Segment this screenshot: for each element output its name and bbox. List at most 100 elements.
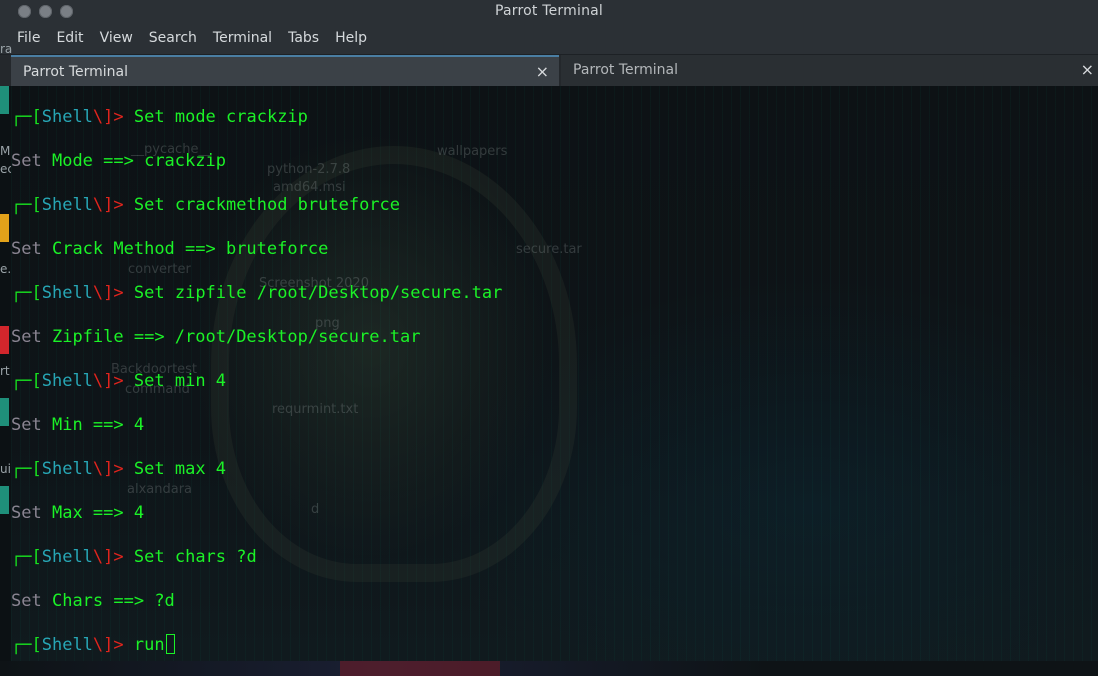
command-text: Set chars ?d xyxy=(133,547,257,567)
output-text: Zipfile ==> /root/Desktop/secure.tar xyxy=(51,327,421,347)
output-set: Set xyxy=(11,415,42,435)
prompt-open: [ xyxy=(31,283,42,303)
prompt-shell: Shell xyxy=(41,635,93,655)
prompt-shell: Shell xyxy=(41,547,93,567)
prompt-open: [ xyxy=(31,547,42,567)
menu-file[interactable]: File xyxy=(17,30,48,46)
desktop-file-icon xyxy=(0,486,9,514)
desktop-label: secure.tar xyxy=(516,242,582,257)
output-text: Chars ==> ?d xyxy=(51,591,175,611)
prompt-corner: ┌─ xyxy=(11,107,32,127)
command-text: Set max 4 xyxy=(133,459,227,479)
menubar: File Edit View Search Terminal Tabs Help xyxy=(0,24,1098,55)
tab-label: Parrot Terminal xyxy=(573,62,679,78)
wallpaper-bottom-edge xyxy=(0,661,1098,676)
menu-search[interactable]: Search xyxy=(149,30,205,46)
prompt-line-current[interactable]: ┌─[Shell\]> run xyxy=(11,634,175,656)
close-icon[interactable]: × xyxy=(1081,60,1094,79)
prompt-open: [ xyxy=(31,635,42,655)
prompt-open: [ xyxy=(31,459,42,479)
prompt-shell: Shell xyxy=(41,107,93,127)
command-text: Set mode crackzip xyxy=(133,107,308,127)
output-text: Crack Method ==> bruteforce xyxy=(51,239,329,259)
desktop-file-icon xyxy=(0,398,9,426)
output-line: Set Zipfile ==> /root/Desktop/secure.tar xyxy=(11,326,420,348)
terminal-view[interactable]: __pycache__ python-2.7.8 amd64.msi wallp… xyxy=(11,86,1098,661)
output-text: Mode ==> crackzip xyxy=(51,151,226,171)
desktop-label: requrmint.txt xyxy=(272,402,359,417)
menu-edit[interactable]: Edit xyxy=(56,30,91,46)
prompt-close: ]> xyxy=(103,459,124,479)
output-set: Set xyxy=(11,591,42,611)
pdf-file-icon xyxy=(0,326,9,354)
prompt-corner: ┌─ xyxy=(11,195,32,215)
command-text: Set crackmethod bruteforce xyxy=(133,195,401,215)
prompt-close: ]> xyxy=(103,195,124,215)
prompt-line: ┌─[Shell\]> Set mode crackzip xyxy=(11,106,308,128)
command-text: Set min 4 xyxy=(133,371,227,391)
output-set: Set xyxy=(11,503,42,523)
prompt-slash: \ xyxy=(92,283,104,303)
prompt-open: [ xyxy=(31,195,42,215)
prompt-close: ]> xyxy=(103,283,124,303)
output-set: Set xyxy=(11,239,42,259)
menu-terminal[interactable]: Terminal xyxy=(213,30,280,46)
tab-terminal-2[interactable]: Parrot Terminal × xyxy=(561,55,1098,86)
text-cursor xyxy=(165,634,175,654)
desktop-label: alxandara xyxy=(127,482,193,497)
desktop-file-icon xyxy=(0,86,9,114)
output-line: Set Mode ==> crackzip xyxy=(11,150,226,172)
desktop-label: python-2.7.8 xyxy=(267,162,351,177)
prompt-open: [ xyxy=(31,371,42,391)
prompt-slash: \ xyxy=(92,547,104,567)
tab-terminal-1[interactable]: Parrot Terminal × xyxy=(11,55,559,86)
output-line: Set Max ==> 4 xyxy=(11,502,144,524)
prompt-corner: ┌─ xyxy=(11,635,32,655)
tab-bar: Parrot Terminal × Parrot Terminal × xyxy=(0,55,1098,86)
wallpaper-red-accent xyxy=(340,661,500,676)
desktop-label: d xyxy=(311,502,320,517)
prompt-shell: Shell xyxy=(41,283,93,303)
python-file-icon xyxy=(0,214,9,242)
prompt-line: ┌─[Shell\]> Set crackmethod bruteforce xyxy=(11,194,400,216)
command-input-text[interactable]: run xyxy=(134,635,165,655)
prompt-slash: \ xyxy=(92,195,104,215)
prompt-slash: \ xyxy=(92,371,104,391)
output-text: Max ==> 4 xyxy=(51,503,145,523)
desktop-label: wallpapers xyxy=(437,144,508,159)
prompt-close: ]> xyxy=(103,371,124,391)
desktop-edge: ra Ma ec e.py rt ui xyxy=(0,42,26,676)
close-icon[interactable]: × xyxy=(536,62,549,81)
desktop-label-fragment: ra xyxy=(0,42,13,56)
prompt-close: ]> xyxy=(103,547,124,567)
prompt-corner: ┌─ xyxy=(11,459,32,479)
prompt-line: ┌─[Shell\]> Set chars ?d xyxy=(11,546,257,568)
prompt-line: ┌─[Shell\]> Set zipfile /root/Desktop/se… xyxy=(11,282,502,304)
prompt-corner: ┌─ xyxy=(11,371,32,391)
desktop-label: converter xyxy=(128,262,191,277)
window-titlebar: Parrot Terminal xyxy=(0,0,1098,24)
prompt-shell: Shell xyxy=(41,195,93,215)
desktop-label-fragment: rt xyxy=(0,364,10,378)
prompt-shell: Shell xyxy=(41,371,93,391)
desktop-label-fragment: ui xyxy=(0,462,11,476)
output-set: Set xyxy=(11,151,42,171)
prompt-shell: Shell xyxy=(41,459,93,479)
prompt-slash: \ xyxy=(92,635,104,655)
output-line: Set Min ==> 4 xyxy=(11,414,144,436)
command-text: Set zipfile /root/Desktop/secure.tar xyxy=(133,283,503,303)
prompt-open: [ xyxy=(31,107,42,127)
output-set: Set xyxy=(11,327,42,347)
output-line: Set Crack Method ==> bruteforce xyxy=(11,238,328,260)
menu-help[interactable]: Help xyxy=(335,30,375,46)
prompt-close: ]> xyxy=(103,635,124,655)
prompt-close: ]> xyxy=(103,107,124,127)
prompt-line: ┌─[Shell\]> Set min 4 xyxy=(11,370,226,392)
prompt-line: ┌─[Shell\]> Set max 4 xyxy=(11,458,226,480)
prompt-slash: \ xyxy=(92,459,104,479)
output-line: Set Chars ==> ?d xyxy=(11,590,175,612)
menu-view[interactable]: View xyxy=(100,30,141,46)
prompt-slash: \ xyxy=(92,107,104,127)
menu-tabs[interactable]: Tabs xyxy=(288,30,327,46)
prompt-corner: ┌─ xyxy=(11,283,32,303)
